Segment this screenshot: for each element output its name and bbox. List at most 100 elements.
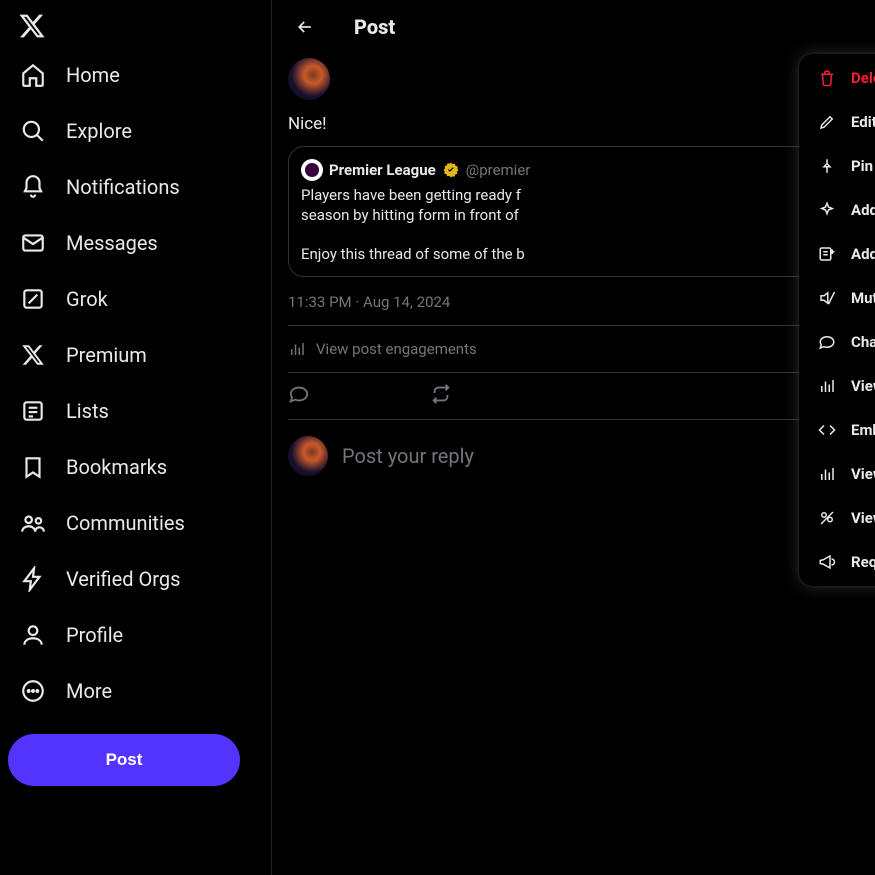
reply-input[interactable]: Post your reply	[342, 444, 474, 468]
quoted-avatar	[301, 159, 323, 181]
nav-label: Explore	[66, 119, 132, 143]
nav-more[interactable]: More	[8, 666, 263, 716]
menu-pin[interactable]: Pin to your profile	[799, 144, 875, 188]
nav-label: Bookmarks	[66, 455, 167, 479]
menu-label: Pin to your profile	[851, 157, 875, 175]
nav-label: Home	[66, 63, 120, 87]
arrow-left-icon	[295, 17, 315, 37]
nav-notifications[interactable]: Notifications	[8, 162, 263, 212]
author-avatar[interactable]	[288, 58, 330, 100]
nav-label: Profile	[66, 623, 123, 647]
communities-icon	[20, 510, 46, 536]
menu-label: Change who can reply	[851, 333, 875, 351]
nav-premium[interactable]: Premium	[8, 330, 263, 380]
more-icon	[20, 678, 46, 704]
menu-label: Embed post	[851, 421, 875, 439]
analytics-icon	[288, 340, 306, 358]
quoted-author-name: Premier League	[329, 161, 436, 179]
menu-label: Mute this conversation	[851, 289, 875, 307]
mute-icon	[817, 288, 837, 308]
nav-label: Communities	[66, 511, 185, 535]
menu-label: Request Community Note	[851, 553, 875, 571]
home-icon	[20, 62, 46, 88]
page-header: Post	[272, 0, 875, 54]
code-icon	[817, 420, 837, 440]
nav-label: Premium	[66, 343, 147, 367]
hidden-icon	[817, 508, 837, 528]
nav-label: Lists	[66, 399, 109, 423]
menu-view-engagements[interactable]: View post engagements	[799, 364, 875, 408]
nav-verified-orgs[interactable]: Verified Orgs	[8, 554, 263, 604]
nav-label: Grok	[66, 287, 108, 311]
reply-settings-icon	[817, 332, 837, 352]
menu-label: View hidden replies	[851, 509, 875, 527]
nav-bookmarks[interactable]: Bookmarks	[8, 442, 263, 492]
quoted-line: season by hitting form in front of	[301, 206, 519, 224]
quoted-line: Enjoy this thread of some of the b	[301, 244, 846, 264]
sidebar: Home Explore Notifications Messages Grok…	[0, 0, 272, 875]
menu-community-note[interactable]: Request Community Note	[799, 540, 875, 584]
post-actions	[288, 372, 859, 420]
bell-icon	[20, 174, 46, 200]
post-text: Nice!	[288, 114, 859, 134]
nav-communities[interactable]: Communities	[8, 498, 263, 548]
main-column: Post Nice! Premier League @premier Playe…	[272, 0, 875, 875]
reply-button[interactable]	[288, 383, 310, 405]
engagements-label: View post engagements	[316, 340, 477, 358]
repost-icon	[430, 383, 452, 405]
x-logo-icon	[18, 12, 46, 40]
analytics-icon	[817, 464, 837, 484]
search-icon	[20, 118, 46, 144]
nav-grok[interactable]: Grok	[8, 274, 263, 324]
view-engagements-link[interactable]: View post engagements	[288, 326, 859, 372]
page-title: Post	[354, 15, 395, 39]
list-icon	[20, 398, 46, 424]
sparkle-icon	[817, 200, 837, 220]
menu-delete[interactable]: Delete	[799, 56, 875, 100]
nav-label: More	[66, 679, 112, 703]
nav-explore[interactable]: Explore	[8, 106, 263, 156]
list-add-icon	[817, 244, 837, 264]
post-timestamp[interactable]: 11:33 PM · Aug 14, 2024	[288, 293, 859, 311]
post-options-menu: Delete Edit post Pin to your profile Add…	[799, 54, 875, 586]
menu-label: View post engagements	[851, 377, 875, 395]
menu-highlights[interactable]: Add/remove from Highlights	[799, 188, 875, 232]
profile-icon	[20, 622, 46, 648]
menu-label: Add/remove @AdamJ242 from Lists	[851, 245, 875, 263]
menu-hidden-replies[interactable]: View hidden replies	[799, 496, 875, 540]
nav-messages[interactable]: Messages	[8, 218, 263, 268]
megaphone-icon	[817, 552, 837, 572]
nav-lists[interactable]: Lists	[8, 386, 263, 436]
menu-embed[interactable]: Embed post	[799, 408, 875, 452]
pin-icon	[817, 156, 837, 176]
verified-badge-icon	[442, 161, 460, 179]
current-user-avatar	[288, 436, 328, 476]
mail-icon	[20, 230, 46, 256]
nav-label: Notifications	[66, 175, 180, 199]
back-button[interactable]	[288, 10, 322, 44]
menu-mute[interactable]: Mute this conversation	[799, 276, 875, 320]
quoted-header: Premier League @premier	[301, 159, 846, 181]
quoted-author-handle: @premier	[466, 161, 531, 179]
trash-icon	[817, 68, 837, 88]
menu-analytics[interactable]: View post analytics	[799, 452, 875, 496]
menu-lists[interactable]: Add/remove @AdamJ242 from Lists	[799, 232, 875, 276]
bookmark-icon	[20, 454, 46, 480]
menu-label: View post analytics	[851, 465, 875, 483]
nav-label: Verified Orgs	[66, 567, 180, 591]
reply-composer[interactable]: Post your reply	[288, 420, 859, 492]
menu-label: Edit post	[851, 113, 875, 131]
nav-home[interactable]: Home	[8, 50, 263, 100]
quoted-post[interactable]: Premier League @premier Players have bee…	[288, 146, 859, 277]
menu-edit-post[interactable]: Edit post	[799, 100, 875, 144]
compose-post-button[interactable]: Post	[8, 734, 240, 786]
quoted-line: Players have been getting ready f	[301, 186, 521, 204]
nav-profile[interactable]: Profile	[8, 610, 263, 660]
reply-icon	[288, 383, 310, 405]
menu-change-reply[interactable]: Change who can reply	[799, 320, 875, 364]
menu-label: Delete	[851, 69, 875, 87]
nav-label: Messages	[66, 231, 158, 255]
repost-button[interactable]	[430, 383, 452, 405]
lightning-icon	[20, 566, 46, 592]
logo[interactable]	[8, 4, 263, 48]
